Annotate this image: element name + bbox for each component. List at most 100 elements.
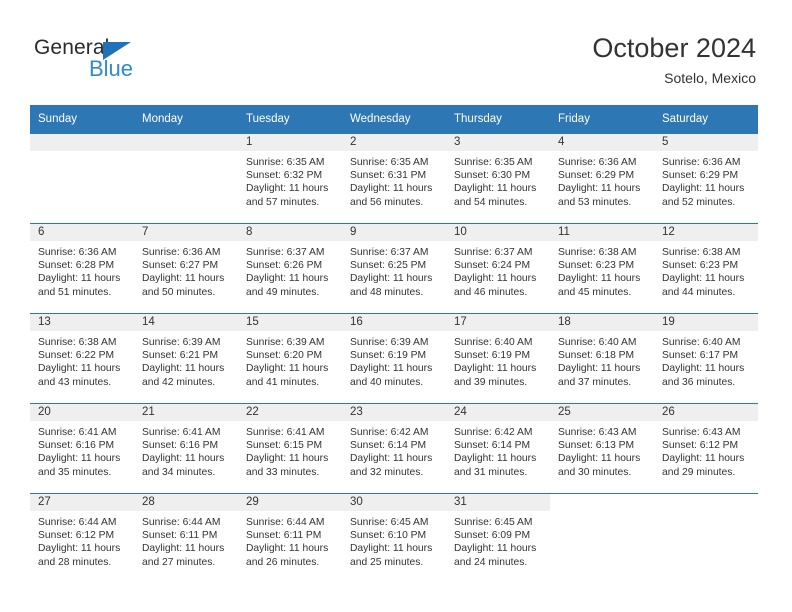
calendar-day-cell[interactable]: 21 Sunrise: 6:41 AM Sunset: 6:16 PM Dayligh… [134, 403, 238, 494]
day-daylight-line-text: Daylight: 11 hours [558, 183, 641, 195]
day-sunrise-text: Sunrise: 6:44 AM [246, 517, 325, 528]
day-daylight-line-text: and 43 minutes. [38, 376, 112, 388]
day-sunset-text: Sunset: 6:12 PM [38, 530, 115, 542]
day-number: 27 [30, 494, 134, 511]
day-daylight-line-text: and 26 minutes. [246, 556, 320, 568]
calendar-day-cell[interactable]: 9 Sunrise: 6:37 AM Sunset: 6:25 PM Daylight… [342, 223, 446, 314]
calendar-day-cell[interactable]: 30 Sunrise: 6:45 AM Sunset: 6:10 PM Dayligh… [342, 493, 446, 583]
general-blue-logo[interactable]: General Blue [34, 36, 214, 88]
day-daylight-line-text: and 46 minutes. [454, 286, 528, 298]
day-daylight-line-text: and 31 minutes. [454, 466, 528, 478]
day-sunset-text: Sunset: 6:15 PM [246, 440, 323, 452]
calendar-day-cell[interactable]: 4 Sunrise: 6:36 AM Sunset: 6:29 PM Daylight… [550, 133, 654, 224]
day-daylight-line-text: and 25 minutes. [350, 556, 424, 568]
day-number: 13 [30, 314, 134, 331]
calendar-day-cell[interactable]: 3 Sunrise: 6:35 AM Sunset: 6:30 PM Daylight… [446, 133, 550, 224]
calendar-day-cell[interactable]: 18 Sunrise: 6:40 AM Sunset: 6:18 PM Dayligh… [550, 313, 654, 404]
day-sunrise-text: Sunrise: 6:36 AM [38, 247, 117, 258]
day-daylight-line-text: and 57 minutes. [246, 196, 320, 208]
day-sunrise-text: Sunrise: 6:41 AM [38, 427, 117, 438]
calendar-day-cell[interactable]: 26 Sunrise: 6:43 AM Sunset: 6:12 PM Dayligh… [654, 403, 758, 494]
day-sunrise-text: Sunrise: 6:40 AM [662, 337, 741, 348]
calendar-cell-empty [550, 493, 654, 583]
weekday-header-row: Sunday Monday Tuesday Wednesday Thursday… [30, 105, 758, 134]
day-sunset-text: Sunset: 6:09 PM [454, 530, 531, 542]
day-daylight-line-text: and 56 minutes. [350, 196, 424, 208]
calendar-day-cell[interactable]: 17 Sunrise: 6:40 AM Sunset: 6:19 PM Dayligh… [446, 313, 550, 404]
calendar-day-cell[interactable]: 2 Sunrise: 6:35 AM Sunset: 6:31 PM Daylight… [342, 133, 446, 224]
day-sunset-text: Sunset: 6:19 PM [350, 350, 427, 362]
day-sunset-text: Sunset: 6:11 PM [246, 530, 322, 542]
day-number: 23 [342, 404, 446, 421]
calendar-day-cell[interactable]: 28 Sunrise: 6:44 AM Sunset: 6:11 PM Dayligh… [134, 493, 238, 583]
day-sunset-text: Sunset: 6:14 PM [454, 440, 531, 452]
day-daylight-line-text: Daylight: 11 hours [558, 273, 641, 285]
calendar-day-cell[interactable]: 7 Sunrise: 6:36 AM Sunset: 6:27 PM Daylight… [134, 223, 238, 314]
calendar-day-cell[interactable]: 1 Sunrise: 6:35 AM Sunset: 6:32 PM Daylight… [238, 133, 342, 224]
calendar-day-cell[interactable]: 13 Sunrise: 6:38 AM Sunset: 6:22 PM Dayligh… [30, 313, 134, 404]
calendar-day-cell[interactable]: 24 Sunrise: 6:42 AM Sunset: 6:14 PM Dayligh… [446, 403, 550, 494]
calendar-day-cell[interactable]: 15 Sunrise: 6:39 AM Sunset: 6:20 PM Dayligh… [238, 313, 342, 404]
day-daylight-line-text: and 44 minutes. [662, 286, 736, 298]
day-sunrise-text: Sunrise: 6:42 AM [350, 427, 429, 438]
day-daylight-line-text: Daylight: 11 hours [246, 273, 329, 285]
calendar-day-cell[interactable]: 22 Sunrise: 6:41 AM Sunset: 6:15 PM Dayligh… [238, 403, 342, 494]
day-sun-info: Sunrise: 6:37 AM Sunset: 6:25 PM Daylight:… [342, 241, 446, 299]
calendar-day-cell[interactable]: 8 Sunrise: 6:37 AM Sunset: 6:26 PM Daylight… [238, 223, 342, 314]
day-sunset-text: Sunset: 6:16 PM [38, 440, 115, 452]
day-sunset-text: Sunset: 6:14 PM [350, 440, 427, 452]
calendar-day-cell[interactable]: 23 Sunrise: 6:42 AM Sunset: 6:14 PM Dayligh… [342, 403, 446, 494]
day-daylight-line-text: Daylight: 11 hours [454, 453, 537, 465]
calendar-week-row: 1 Sunrise: 6:35 AM Sunset: 6:32 PM Daylight… [30, 133, 758, 224]
calendar-week-row: 20 Sunrise: 6:41 AM Sunset: 6:16 PM Dayligh… [30, 403, 758, 494]
day-daylight-line-text: Daylight: 11 hours [142, 453, 225, 465]
day-sunrise-text: Sunrise: 6:38 AM [662, 247, 741, 258]
calendar-day-cell[interactable]: 14 Sunrise: 6:39 AM Sunset: 6:21 PM Dayligh… [134, 313, 238, 404]
calendar-day-cell[interactable]: 19 Sunrise: 6:40 AM Sunset: 6:17 PM Dayligh… [654, 313, 758, 404]
day-daylight-line-text: and 37 minutes. [558, 376, 632, 388]
day-sunrise-text: Sunrise: 6:44 AM [38, 517, 117, 528]
day-daylight-line-text: Daylight: 11 hours [246, 363, 329, 375]
weekday-header-friday: Friday [550, 105, 654, 134]
day-sunset-text: Sunset: 6:12 PM [662, 440, 739, 452]
page-header: General Blue October 2024 Sotelo, Mexico [0, 0, 792, 104]
day-sun-info: Sunrise: 6:40 AM Sunset: 6:18 PM Daylight:… [550, 331, 654, 389]
day-sunrise-text: Sunrise: 6:39 AM [142, 337, 221, 348]
calendar-day-cell[interactable]: 11 Sunrise: 6:38 AM Sunset: 6:23 PM Dayligh… [550, 223, 654, 314]
calendar-day-cell[interactable]: 20 Sunrise: 6:41 AM Sunset: 6:16 PM Dayligh… [30, 403, 134, 494]
calendar-week-row: 6 Sunrise: 6:36 AM Sunset: 6:28 PM Daylight… [30, 223, 758, 314]
day-daylight-line-text: Daylight: 11 hours [662, 363, 745, 375]
location-subtitle: Sotelo, Mexico [664, 70, 756, 86]
day-sun-info: Sunrise: 6:39 AM Sunset: 6:19 PM Daylight:… [342, 331, 446, 389]
day-number: 29 [238, 494, 342, 511]
day-sunrise-text: Sunrise: 6:40 AM [558, 337, 637, 348]
day-sunset-text: Sunset: 6:24 PM [454, 260, 531, 272]
calendar-page: General Blue October 2024 Sotelo, Mexico… [0, 0, 792, 612]
day-sunrise-text: Sunrise: 6:41 AM [142, 427, 221, 438]
day-sun-info: Sunrise: 6:44 AM Sunset: 6:11 PM Daylight:… [134, 511, 238, 569]
calendar-day-cell[interactable]: 10 Sunrise: 6:37 AM Sunset: 6:24 PM Dayligh… [446, 223, 550, 314]
day-number: 24 [446, 404, 550, 421]
calendar-body: 1 Sunrise: 6:35 AM Sunset: 6:32 PM Daylight… [30, 133, 758, 583]
day-daylight-line-text: Daylight: 11 hours [454, 273, 537, 285]
day-number: 25 [550, 404, 654, 421]
day-sunrise-text: Sunrise: 6:45 AM [350, 517, 429, 528]
day-sunset-text: Sunset: 6:27 PM [142, 260, 219, 272]
day-sunset-text: Sunset: 6:32 PM [246, 170, 323, 182]
calendar-day-cell[interactable]: 25 Sunrise: 6:43 AM Sunset: 6:13 PM Dayligh… [550, 403, 654, 494]
calendar-day-cell[interactable]: 5 Sunrise: 6:36 AM Sunset: 6:29 PM Daylight… [654, 133, 758, 224]
calendar-day-cell[interactable]: 12 Sunrise: 6:38 AM Sunset: 6:23 PM Dayligh… [654, 223, 758, 314]
day-sunrise-text: Sunrise: 6:39 AM [350, 337, 429, 348]
calendar-day-cell[interactable]: 6 Sunrise: 6:36 AM Sunset: 6:28 PM Daylight… [30, 223, 134, 314]
calendar-day-cell[interactable]: 29 Sunrise: 6:44 AM Sunset: 6:11 PM Dayligh… [238, 493, 342, 583]
calendar-day-cell[interactable]: 27 Sunrise: 6:44 AM Sunset: 6:12 PM Dayligh… [30, 493, 134, 583]
day-daylight-line-text: Daylight: 11 hours [662, 183, 745, 195]
day-daylight-line-text: and 52 minutes. [662, 196, 736, 208]
day-daylight-line-text: Daylight: 11 hours [142, 543, 225, 555]
day-daylight-line-text: and 39 minutes. [454, 376, 528, 388]
calendar-day-cell[interactable]: 16 Sunrise: 6:39 AM Sunset: 6:19 PM Dayligh… [342, 313, 446, 404]
day-daylight-line-text: and 36 minutes. [662, 376, 736, 388]
calendar-day-cell[interactable]: 31 Sunrise: 6:45 AM Sunset: 6:09 PM Dayligh… [446, 493, 550, 583]
day-sun-info: Sunrise: 6:39 AM Sunset: 6:20 PM Daylight:… [238, 331, 342, 389]
day-daylight-line-text: Daylight: 11 hours [142, 273, 225, 285]
